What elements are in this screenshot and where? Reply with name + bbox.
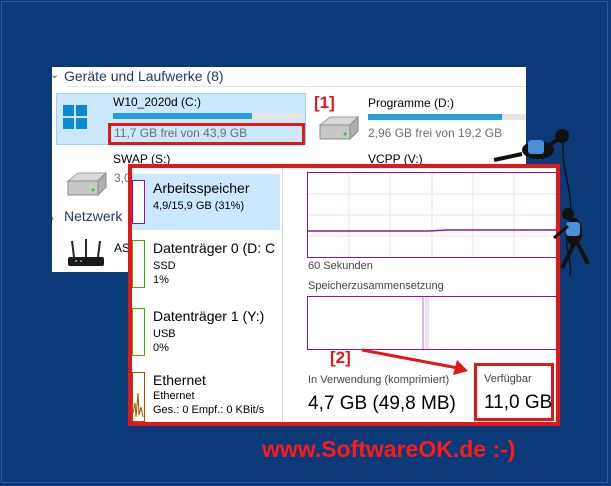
memory-composition-bar[interactable]	[307, 296, 556, 350]
sidebar-item-ethernet[interactable]: Ethernet Ethernet Ges.: 0 Empf.: 0 KBit/…	[132, 368, 280, 422]
hard-drive-icon	[314, 115, 362, 145]
composition-segment	[425, 297, 429, 349]
drive-d-name[interactable]: Programme (D:)	[368, 96, 454, 110]
sidebar-item-disk-1[interactable]: Datenträger 1 (Y:) USB 0%	[132, 302, 280, 362]
sidebar-item-detail: 4,9/15,9 GB (31%)	[153, 200, 245, 212]
disk-mini-graph	[132, 308, 145, 356]
router-icon	[64, 239, 108, 271]
sidebar-item-detail: Ethernet	[153, 390, 195, 402]
drive-d-usage-bar	[368, 114, 526, 120]
drive-d-usage-fill	[368, 114, 503, 120]
divider	[68, 86, 526, 87]
graph-time-label: 60 Sekunden	[308, 260, 373, 272]
callout-arrow	[361, 348, 468, 375]
sidebar-item-detail: 0%	[153, 342, 169, 354]
sidebar-item-title: Datenträger 1 (Y:)	[153, 308, 265, 324]
watermark-text: www.SoftwareOK.de :-)	[262, 436, 516, 462]
sidebar-item-title: Arbeitsspeicher	[153, 180, 250, 196]
sidebar-item-title: Datenträger 0 (D: C	[153, 240, 276, 256]
performance-sidebar: Arbeitsspeicher 4,9/15,9 GB (31%) Datent…	[132, 168, 283, 422]
climbing-figures-graphic	[493, 129, 590, 277]
sidebar-item-detail: SSD	[153, 260, 176, 272]
chevron-right-icon[interactable]: ›	[52, 211, 54, 225]
sidebar-item-title: Ethernet	[153, 372, 206, 388]
highlight-box-free-space	[108, 123, 305, 145]
drive-c-name: W10_2020d (C:)	[113, 95, 202, 109]
section-title-network: Netzwerk	[64, 208, 123, 224]
drive-c-usage-fill	[113, 113, 252, 119]
memory-mini-graph	[132, 180, 145, 224]
composition-segment	[422, 297, 424, 349]
ethernet-mini-graph	[132, 372, 145, 422]
sidebar-item-memory[interactable]: Arbeitsspeicher 4,9/15,9 GB (31%)	[132, 174, 280, 230]
devices-section-header[interactable]: ⌄ Geräte und Laufwerke (8)	[52, 67, 526, 85]
available-value: 11,0 GB	[484, 392, 553, 413]
sidebar-item-detail: Ges.: 0 Empf.: 0 KBit/s	[153, 404, 265, 416]
composition-label: Speicherzusammensetzung	[308, 280, 444, 292]
sidebar-item-detail: USB	[153, 328, 176, 340]
hard-drive-icon	[62, 171, 110, 201]
drive-c-usage-bar	[113, 113, 303, 119]
disk-mini-graph	[132, 240, 145, 288]
section-title-devices: Geräte und Laufwerke (8)	[64, 68, 224, 84]
available-label: Verfügbar	[484, 373, 532, 385]
sidebar-item-disk-0[interactable]: Datenträger 0 (D: C SSD 1%	[132, 234, 280, 294]
sidebar-item-detail: 1%	[153, 274, 169, 286]
callout-label-1: [1]	[314, 93, 335, 112]
callout-label-2: [2]	[330, 348, 351, 367]
in-use-value: 4,7 GB (49,8 MB)	[308, 393, 456, 414]
chevron-down-icon[interactable]: ⌄	[52, 68, 59, 81]
windows-drive-icon	[60, 102, 90, 132]
drive-d-free-text: 2,96 GB frei von 19,2 GB	[368, 126, 503, 140]
